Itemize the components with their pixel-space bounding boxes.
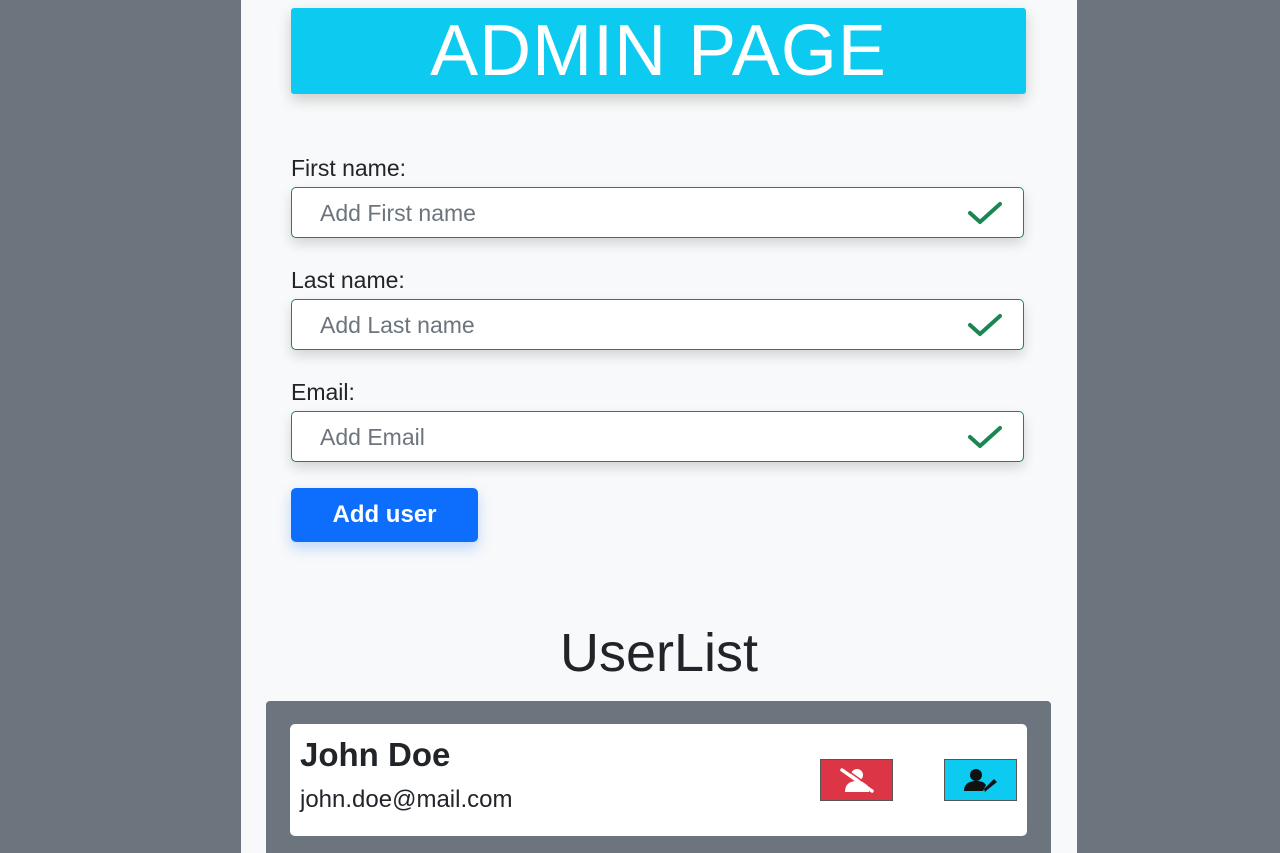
user-list-title: UserList [559,623,759,683]
first-name-label: First name: [291,155,407,181]
user-list-panel: John Doe john.doe@mail.com [266,701,1051,853]
last-name-field-wrapper [291,299,1024,350]
check-icon [968,426,1002,448]
email-field-wrapper [291,411,1024,462]
first-name-field-wrapper [291,187,1024,238]
edit-user-button[interactable] [944,759,1017,801]
page-title: ADMIN PAGE [291,8,1026,94]
email-input[interactable] [318,412,962,462]
first-name-input[interactable] [318,188,962,238]
user-edit-icon [963,769,997,792]
last-name-input[interactable] [318,300,962,350]
check-icon [968,314,1002,336]
email-label: Email: [291,379,355,405]
check-icon [968,202,1002,224]
user-name: John Doe [300,736,451,773]
user-email: john.doe@mail.com [300,786,513,813]
user-card: John Doe john.doe@mail.com [290,724,1027,836]
add-user-button[interactable]: Add user [291,488,478,542]
last-name-label: Last name: [291,267,405,293]
admin-page-container: ADMIN PAGE First name: Last name: Email:… [241,0,1077,853]
user-slash-icon [839,767,874,793]
delete-user-button[interactable] [820,759,893,801]
